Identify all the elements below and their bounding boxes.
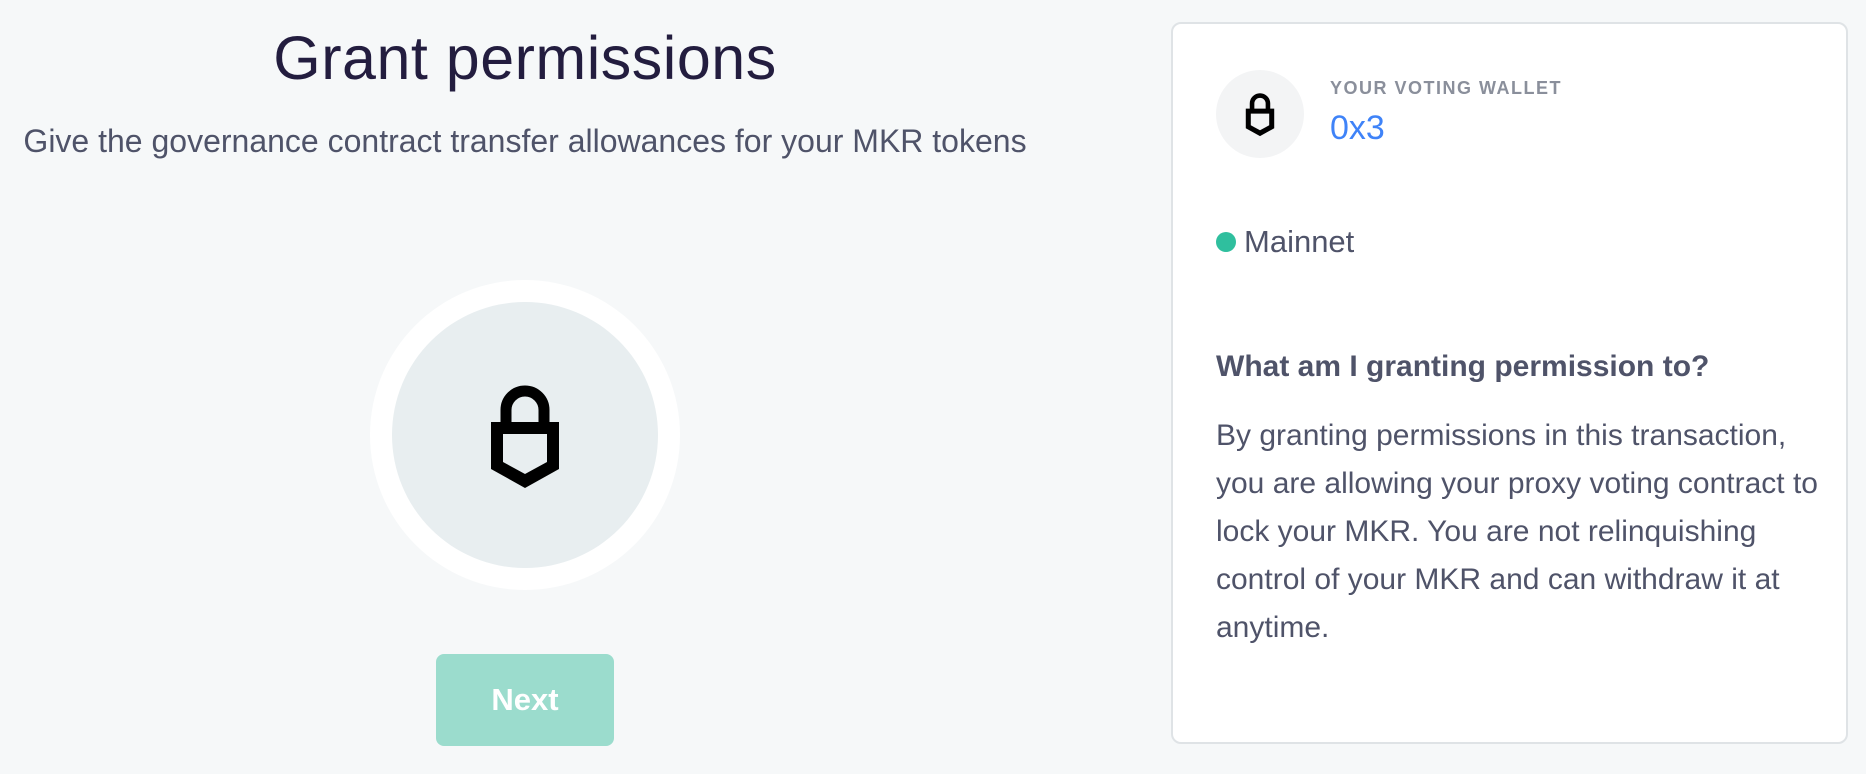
- page-subtitle: Give the governance contract transfer al…: [23, 123, 1027, 159]
- wallet-info-card: YOUR VOTING WALLET 0x3 Mainnet What am I…: [1171, 22, 1848, 744]
- lock-illustration-circle: [392, 302, 658, 568]
- network-status-dot: [1216, 232, 1236, 252]
- next-button[interactable]: Next: [436, 654, 614, 746]
- main-panel: Grant permissions Give the governance co…: [0, 0, 1050, 774]
- network-label: Mainnet: [1244, 224, 1355, 259]
- lock-icon: [1245, 93, 1275, 137]
- wallet-avatar: [1216, 70, 1304, 158]
- wallet-label: YOUR VOTING WALLET: [1330, 78, 1562, 98]
- lock-illustration: [370, 280, 680, 590]
- network-indicator: Mainnet: [1216, 224, 1354, 260]
- faq-question: What am I granting permission to?: [1216, 350, 1710, 383]
- lock-icon: [491, 385, 559, 488]
- wallet-address-link[interactable]: 0x3: [1330, 106, 1385, 150]
- grant-permissions-page: Grant permissions Give the governance co…: [0, 0, 1866, 774]
- page-title: Grant permissions: [273, 24, 777, 92]
- faq-answer: By granting permissions in this transact…: [1216, 419, 1818, 644]
